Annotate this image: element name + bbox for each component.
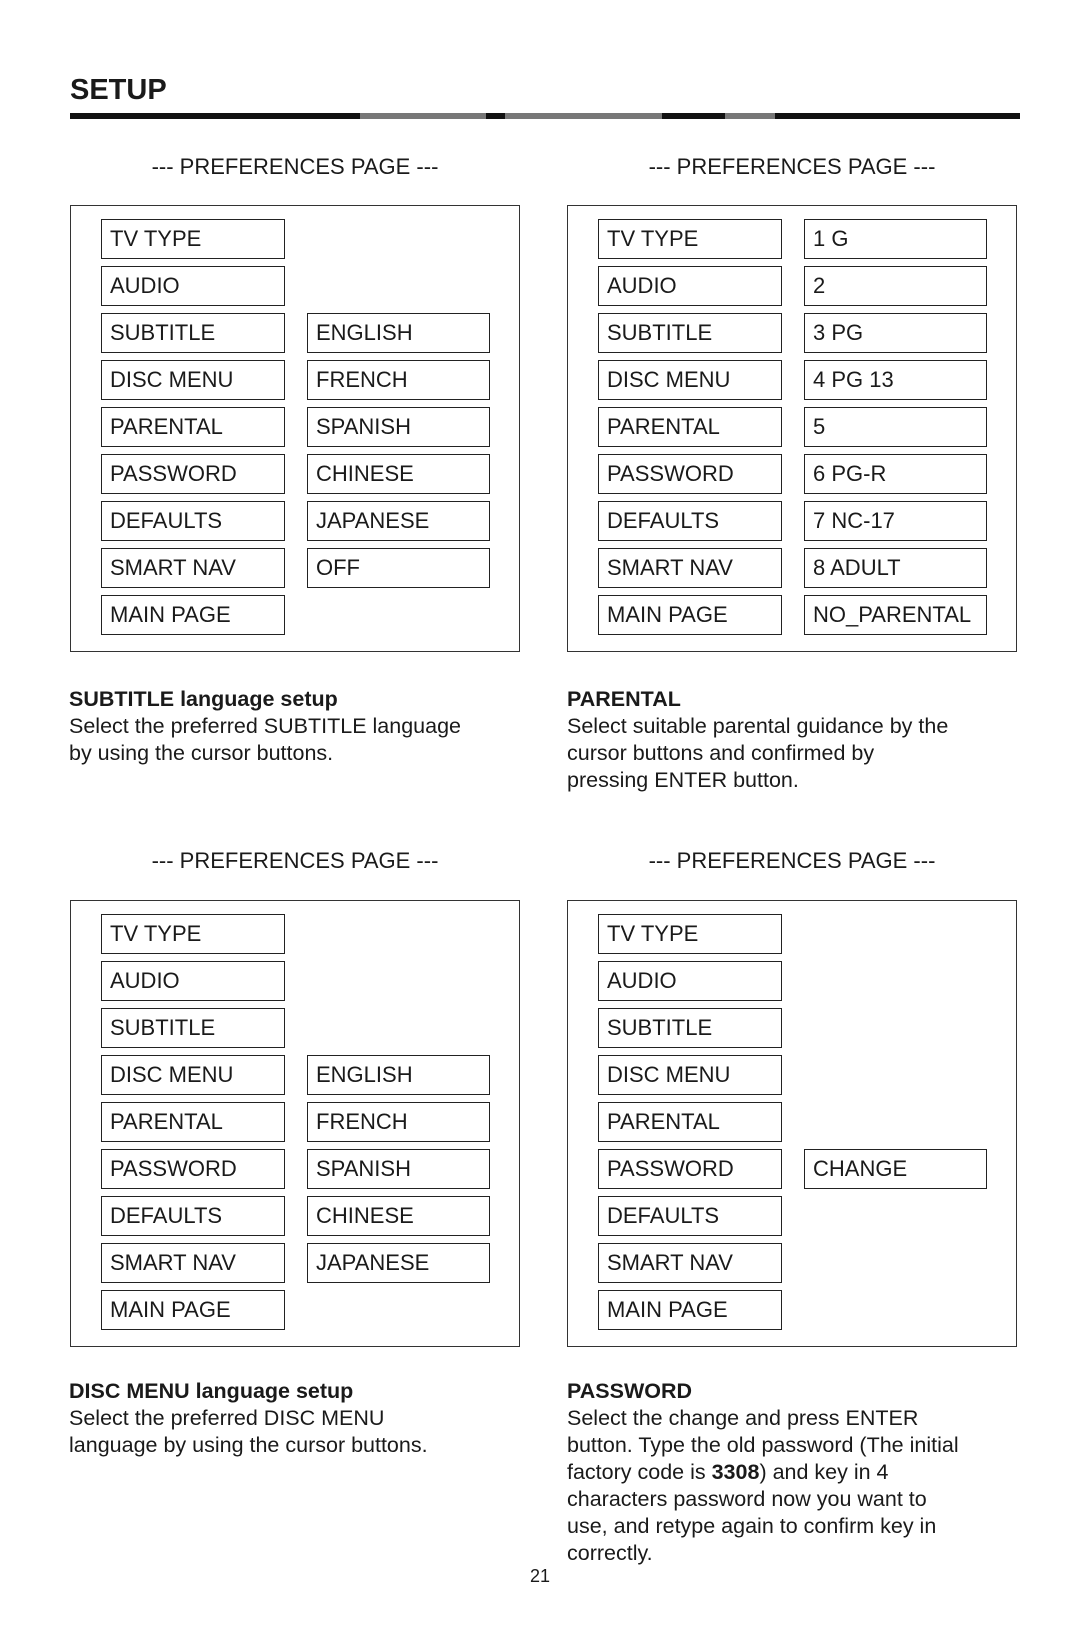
rule-segment [360, 113, 486, 119]
menu-item-tv-type[interactable]: TV TYPE [598, 219, 782, 259]
preferences-panel-password: TV TYPE AUDIO SUBTITLE DISC MENU PARENTAL PAS… [567, 900, 1017, 1347]
caption-line: cursor buttons and confirmed by [567, 741, 875, 765]
caption-line: by using the cursor buttons. [69, 741, 334, 765]
option-item[interactable]: CHINESE [307, 1196, 490, 1236]
caption-title: DISC MENU language setup [69, 1379, 354, 1403]
menu-item-parental[interactable]: PARENTAL [101, 1102, 285, 1142]
menu-item-disc-menu[interactable]: DISC MENU [101, 1055, 285, 1095]
menu-item-defaults[interactable]: DEFAULTS [598, 501, 782, 541]
option-item[interactable]: 5 [804, 407, 987, 447]
caption-parental: PARENTAL Select suitable parental guidan… [567, 686, 1037, 794]
caption-line: Select suitable parental guidance by the [567, 714, 949, 738]
caption-line: Select the preferred SUBTITLE language [69, 714, 461, 738]
menu-item-tv-type[interactable]: TV TYPE [101, 914, 285, 954]
option-item[interactable]: SPANISH [307, 1149, 490, 1189]
menu-item-main-page[interactable]: MAIN PAGE [598, 1290, 782, 1330]
menu-item-smart-nav[interactable]: SMART NAV [598, 1243, 782, 1283]
caption-subtitle: SUBTITLE language setup Select the prefe… [69, 686, 539, 767]
caption-line: language by using the cursor buttons. [69, 1433, 428, 1457]
option-item[interactable]: 4 PG 13 [804, 360, 987, 400]
menu-item-password[interactable]: PASSWORD [598, 454, 782, 494]
caption-password: PASSWORD Select the change and press ENT… [567, 1378, 1037, 1567]
preferences-panel-subtitle: TV TYPE AUDIO SUBTITLE DISC MENU PARENTAL PAS… [70, 205, 520, 652]
menu-item-main-page[interactable]: MAIN PAGE [101, 1290, 285, 1330]
preferences-panel-disc-menu: TV TYPE AUDIO SUBTITLE DISC MENU PARENTAL PAS… [70, 900, 520, 1347]
option-item[interactable]: JAPANESE [307, 501, 490, 541]
page-number: 21 [529, 1566, 551, 1586]
menu-item-parental[interactable]: PARENTAL [101, 407, 285, 447]
menu-item-subtitle[interactable]: SUBTITLE [598, 313, 782, 353]
rule-segment [505, 113, 662, 119]
menu-item-smart-nav[interactable]: SMART NAV [101, 548, 285, 588]
option-item[interactable]: ENGLISH [307, 1055, 490, 1095]
title-rule [70, 113, 1020, 119]
caption-text: factory code is [567, 1460, 712, 1484]
preferences-page-heading: --- PREFERENCES PAGE --- [151, 848, 439, 873]
menu-item-subtitle[interactable]: SUBTITLE [598, 1008, 782, 1048]
caption-title: PARENTAL [567, 687, 681, 711]
option-item[interactable]: 1 G [804, 219, 987, 259]
option-item[interactable]: OFF [307, 548, 490, 588]
menu-item-defaults[interactable]: DEFAULTS [101, 1196, 285, 1236]
menu-item-parental[interactable]: PARENTAL [598, 407, 782, 447]
caption-line: pressing ENTER button. [567, 768, 799, 792]
menu-item-disc-menu[interactable]: DISC MENU [101, 360, 285, 400]
menu-item-disc-menu[interactable]: DISC MENU [598, 1055, 782, 1095]
menu-item-tv-type[interactable]: TV TYPE [101, 219, 285, 259]
menu-item-subtitle[interactable]: SUBTITLE [101, 313, 285, 353]
option-item[interactable]: JAPANESE [307, 1243, 490, 1283]
caption-line: factory code is 3308) and key in 4 [567, 1459, 1037, 1486]
caption-disc-menu: DISC MENU language setup Select the pref… [69, 1378, 539, 1459]
caption-line: Select the preferred DISC MENU [69, 1406, 385, 1430]
menu-item-main-page[interactable]: MAIN PAGE [598, 595, 782, 635]
option-item[interactable]: NO_PARENTAL [804, 595, 987, 635]
preferences-page-heading: --- PREFERENCES PAGE --- [151, 154, 439, 179]
menu-item-password[interactable]: PASSWORD [101, 1149, 285, 1189]
option-item[interactable]: ENGLISH [307, 313, 490, 353]
menu-item-audio[interactable]: AUDIO [598, 961, 782, 1001]
menu-item-password[interactable]: PASSWORD [598, 1149, 782, 1189]
option-item[interactable]: 7 NC-17 [804, 501, 987, 541]
menu-item-audio[interactable]: AUDIO [101, 961, 285, 1001]
option-item[interactable]: CHANGE [804, 1149, 987, 1189]
menu-item-defaults[interactable]: DEFAULTS [101, 501, 285, 541]
preferences-page-heading: --- PREFERENCES PAGE --- [648, 848, 936, 873]
caption-line: characters password now you want to [567, 1487, 927, 1511]
option-item[interactable]: SPANISH [307, 407, 490, 447]
preferences-page-heading: --- PREFERENCES PAGE --- [648, 154, 936, 179]
caption-title: SUBTITLE language setup [69, 687, 338, 711]
option-item[interactable]: 8 ADULT [804, 548, 987, 588]
option-item[interactable]: FRENCH [307, 360, 490, 400]
menu-item-parental[interactable]: PARENTAL [598, 1102, 782, 1142]
menu-item-disc-menu[interactable]: DISC MENU [598, 360, 782, 400]
menu-item-password[interactable]: PASSWORD [101, 454, 285, 494]
menu-item-tv-type[interactable]: TV TYPE [598, 914, 782, 954]
option-item[interactable]: CHINESE [307, 454, 490, 494]
caption-text: ) and key in 4 [759, 1460, 889, 1484]
caption-line: use, and retype again to confirm key in [567, 1514, 937, 1538]
rule-segment [725, 113, 775, 119]
caption-title: PASSWORD [567, 1379, 693, 1403]
menu-item-audio[interactable]: AUDIO [598, 266, 782, 306]
caption-line: Select the change and press ENTER [567, 1406, 919, 1430]
menu-item-defaults[interactable]: DEFAULTS [598, 1196, 782, 1236]
factory-code: 3308 [711, 1460, 760, 1484]
option-item[interactable]: 6 PG-R [804, 454, 987, 494]
caption-line: button. Type the old password (The initi… [567, 1433, 959, 1457]
option-item[interactable]: FRENCH [307, 1102, 490, 1142]
menu-item-smart-nav[interactable]: SMART NAV [598, 548, 782, 588]
menu-item-smart-nav[interactable]: SMART NAV [101, 1243, 285, 1283]
menu-item-subtitle[interactable]: SUBTITLE [101, 1008, 285, 1048]
caption-line: correctly. [567, 1541, 653, 1565]
menu-item-audio[interactable]: AUDIO [101, 266, 285, 306]
option-item[interactable]: 3 PG [804, 313, 987, 353]
option-item[interactable]: 2 [804, 266, 987, 306]
preferences-panel-parental: TV TYPE AUDIO SUBTITLE DISC MENU PARENTAL PAS… [567, 205, 1017, 652]
menu-item-main-page[interactable]: MAIN PAGE [101, 595, 285, 635]
page-title: SETUP [70, 74, 167, 106]
